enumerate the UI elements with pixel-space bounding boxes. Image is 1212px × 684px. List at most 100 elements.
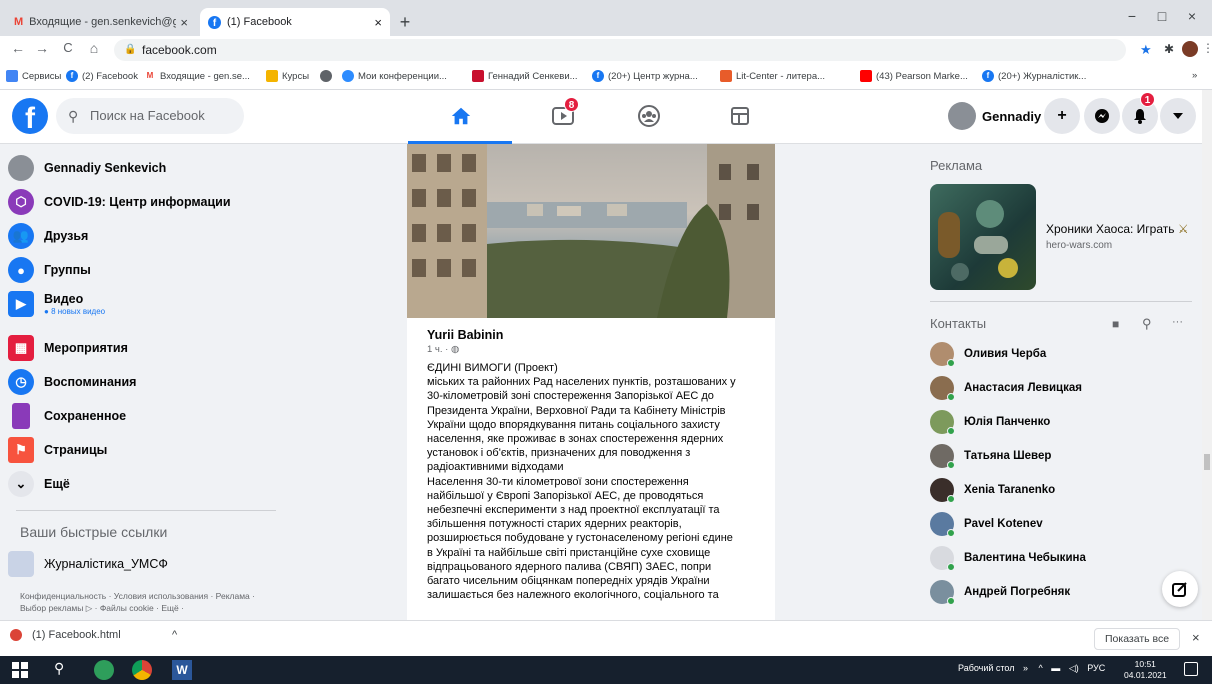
- tab-close-button[interactable]: ×: [180, 15, 188, 30]
- post-line: установок і об'єктів, призначених для по…: [427, 447, 691, 460]
- profile-avatar[interactable]: [1182, 41, 1198, 57]
- lit-center-icon: [720, 70, 732, 82]
- network-icon[interactable]: ▬: [1051, 663, 1060, 673]
- post-author[interactable]: Yurii Babinin: [427, 328, 769, 342]
- sidebar-item-covid[interactable]: ⬡ COVID-19: Центр информации: [8, 184, 278, 220]
- browser-toolbar: ← → C ⌂ 🔒 facebook.com ★ ✱ ⋮: [0, 36, 1212, 64]
- star-bookmark-icon[interactable]: ★: [1140, 42, 1152, 58]
- bookmark-item[interactable]: Lit-Center - литера...: [720, 70, 825, 82]
- sidebar-item-groups[interactable]: ● Группы: [8, 252, 278, 288]
- bookmark-item[interactable]: Курсы: [266, 70, 309, 82]
- contact-item[interactable]: Xenia Taranenko: [930, 475, 1190, 505]
- sidebar-item-events[interactable]: ▦ Мероприятия: [8, 330, 278, 366]
- contact-item[interactable]: Анастасия Левицкая: [930, 373, 1190, 403]
- sidebar-item-pages[interactable]: ⚑ Страницы: [8, 432, 278, 468]
- video-call-icon[interactable]: ■: [1112, 317, 1119, 331]
- word-icon[interactable]: W: [172, 660, 192, 680]
- bookmark-item[interactable]: (43) Pearson Marke...: [860, 70, 968, 82]
- contact-item[interactable]: Андрей Погребняк: [930, 577, 1190, 607]
- bookmark-item[interactable]: M Входящие - gen.se...: [144, 70, 250, 82]
- post-photo[interactable]: [407, 144, 775, 318]
- desktop-toolbar[interactable]: Рабочий стол: [958, 663, 1015, 673]
- bookmark-item[interactable]: Мои конференции...: [342, 70, 447, 82]
- home-button[interactable]: ⌂: [84, 40, 104, 56]
- tab-close-button[interactable]: ×: [374, 15, 382, 30]
- messenger-button[interactable]: [1084, 98, 1120, 134]
- chevron-up-icon[interactable]: ^: [1039, 663, 1043, 673]
- page-scrollbar[interactable]: [1202, 90, 1212, 620]
- notifications-button[interactable]: 1: [1122, 92, 1158, 134]
- download-item[interactable]: (1) Facebook.html ^: [10, 629, 177, 641]
- tab-gmail[interactable]: M Входящие - gen.senkevich@gm ×: [6, 8, 196, 36]
- app-icon[interactable]: [94, 660, 114, 680]
- account-menu-button[interactable]: [1160, 98, 1196, 134]
- address-bar[interactable]: 🔒 facebook.com: [114, 39, 1126, 61]
- clock[interactable]: 10:51 04.01.2021: [1124, 659, 1167, 681]
- bookmark-item[interactable]: Сервисы: [6, 70, 61, 82]
- ad-title[interactable]: Хроники Хаоса: Играть ⚔: [1046, 222, 1189, 236]
- post-timestamp[interactable]: 1 ч. · ◍: [427, 344, 769, 355]
- forward-button[interactable]: →: [32, 40, 52, 56]
- ad-image[interactable]: [930, 184, 1036, 290]
- back-button[interactable]: ←: [8, 40, 28, 56]
- scrollbar-thumb[interactable]: [1204, 454, 1210, 470]
- show-all-downloads-button[interactable]: Показать все: [1094, 628, 1181, 650]
- sidebar-item-friends[interactable]: 👥 Друзья: [8, 218, 278, 254]
- maximize-button[interactable]: □: [1150, 8, 1174, 24]
- facebook-icon: f: [66, 70, 78, 82]
- sidebar-item-memories[interactable]: ◷ Воспоминания: [8, 364, 278, 400]
- facebook-logo[interactable]: f: [12, 98, 48, 135]
- tab-groups[interactable]: [596, 90, 700, 144]
- download-options-caret[interactable]: ^: [172, 629, 177, 641]
- contact-item[interactable]: Оливия Черба: [930, 339, 1190, 369]
- tab-home[interactable]: [408, 90, 512, 144]
- shortcut-item[interactable]: Журналістика_УМСФ: [8, 546, 278, 582]
- tray-more[interactable]: »: [1023, 663, 1028, 673]
- contact-item[interactable]: Валентина Чебыкина: [930, 543, 1190, 573]
- contact-item[interactable]: Pavel Kotenev: [930, 509, 1190, 539]
- search-icon[interactable]: ⚲: [1142, 316, 1152, 332]
- sidebar-item-more[interactable]: ⌄ Ещё: [8, 466, 278, 502]
- contacts-options-button[interactable]: ···: [1172, 316, 1183, 328]
- contact-item[interactable]: Татьяна Шевер: [930, 441, 1190, 471]
- volume-icon[interactable]: ◁): [1069, 663, 1079, 673]
- bookmark-item[interactable]: f (20+) Журналістик...: [982, 70, 1086, 82]
- search-icon[interactable]: ⚲: [54, 660, 74, 680]
- menu-kebab-icon[interactable]: ⋮: [1202, 41, 1212, 55]
- online-indicator: [947, 529, 955, 537]
- sidebar-item-saved[interactable]: Сохраненное: [8, 398, 278, 434]
- chrome-icon[interactable]: [132, 660, 152, 680]
- tab-gaming[interactable]: [690, 90, 794, 144]
- new-message-button[interactable]: [1162, 571, 1198, 607]
- language-indicator[interactable]: РУС: [1087, 663, 1105, 673]
- sidebar-item-label: Сохраненное: [44, 409, 127, 423]
- search-input[interactable]: ⚲ Поиск на Facebook: [56, 98, 244, 134]
- footer-links[interactable]: Конфиденциальность · Условия использован…: [20, 590, 270, 614]
- plus-icon: +: [1057, 107, 1067, 124]
- tab-facebook[interactable]: f (1) Facebook ×: [200, 8, 390, 36]
- profile-button[interactable]: Gennadiy: [948, 98, 1041, 134]
- notification-center-icon[interactable]: [1184, 662, 1198, 676]
- bookmark-item[interactable]: f (2) Facebook: [66, 70, 138, 82]
- extensions-icon[interactable]: ✱: [1164, 42, 1174, 56]
- avatar: [930, 512, 955, 537]
- contact-item[interactable]: Юлія Панченко: [930, 407, 1190, 437]
- photo-scene: [407, 144, 775, 318]
- ad-url[interactable]: hero-wars.com: [1046, 240, 1112, 251]
- close-window-button[interactable]: ×: [1180, 8, 1204, 24]
- close-download-bar-button[interactable]: ×: [1192, 630, 1200, 645]
- sidebar-item-label: Друзья: [44, 229, 89, 243]
- create-button[interactable]: +: [1044, 98, 1080, 134]
- bookmark-item[interactable]: Геннадий Сенкеви...: [472, 70, 578, 82]
- post-content: Yurii Babinin 1 ч. · ◍ ЄДИНІ ВИМОГИ (Про…: [427, 328, 769, 602]
- bookmarks-more-button[interactable]: »: [1192, 70, 1197, 81]
- bookmark-item[interactable]: f (20+) Центр журна...: [592, 70, 698, 82]
- new-tab-button[interactable]: +: [394, 11, 416, 33]
- reload-button[interactable]: C: [58, 40, 78, 55]
- sidebar-item-video[interactable]: ▶ Видео ● 8 новых видео: [8, 286, 278, 322]
- windows-start-icon[interactable]: [10, 660, 30, 680]
- minimize-button[interactable]: −: [1120, 8, 1144, 24]
- sidebar-item-profile[interactable]: Gennadiy Senkevich: [8, 150, 278, 186]
- bookmark-item[interactable]: [320, 70, 336, 82]
- contact-name: Оливия Черба: [964, 348, 1047, 360]
